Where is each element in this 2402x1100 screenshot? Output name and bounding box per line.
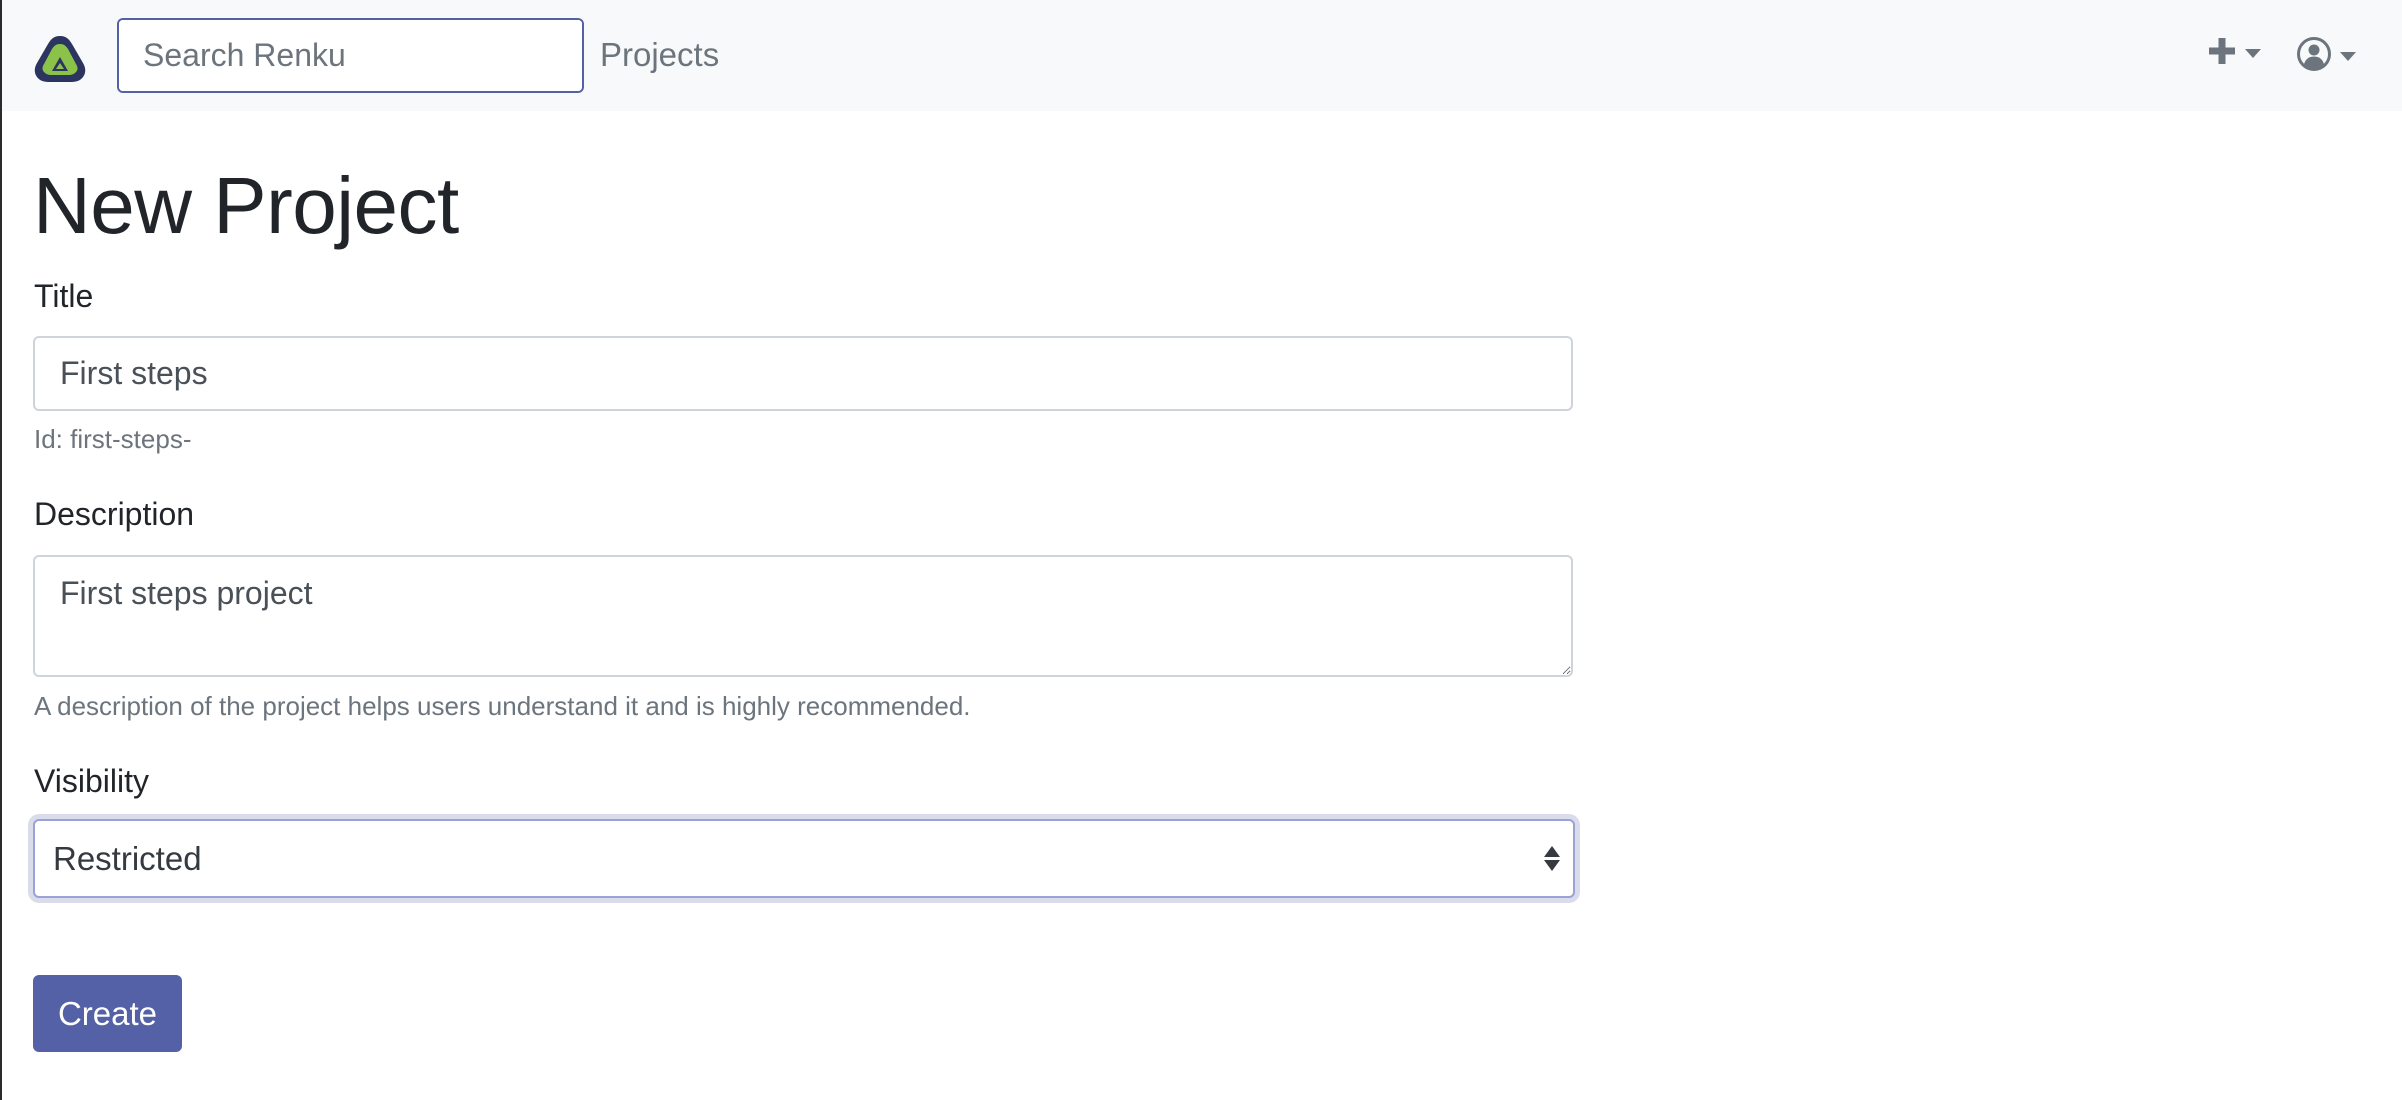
project-id-hint: Id: first-steps- bbox=[34, 424, 192, 454]
renku-logo-icon[interactable] bbox=[32, 30, 88, 86]
chevron-down-icon bbox=[2340, 52, 2356, 61]
title-label: Title bbox=[34, 278, 94, 314]
visibility-label: Visibility bbox=[34, 763, 149, 799]
nav-link-projects[interactable]: Projects bbox=[600, 36, 719, 74]
search-input[interactable] bbox=[119, 20, 582, 91]
create-button[interactable]: Create bbox=[33, 975, 182, 1052]
chevron-down-icon bbox=[2245, 49, 2261, 58]
search-group bbox=[117, 18, 584, 93]
visibility-select[interactable]: Restricted bbox=[33, 819, 1575, 898]
visibility-selected-value: Restricted bbox=[53, 839, 202, 877]
select-arrows-icon bbox=[1537, 846, 1567, 871]
user-circle-icon bbox=[2296, 36, 2332, 77]
description-help-text: A description of the project helps users… bbox=[34, 691, 971, 721]
page: Projects New Project Title bbox=[0, 0, 2402, 1100]
navbar: Projects bbox=[2, 0, 2402, 111]
title-input[interactable] bbox=[33, 336, 1573, 411]
page-title: New Project bbox=[33, 161, 459, 250]
new-menu-dropdown[interactable] bbox=[2207, 36, 2261, 71]
description-textarea[interactable]: First steps project bbox=[33, 555, 1573, 677]
plus-icon bbox=[2207, 36, 2237, 71]
user-menu-dropdown[interactable] bbox=[2296, 36, 2356, 77]
description-label: Description bbox=[34, 496, 195, 532]
